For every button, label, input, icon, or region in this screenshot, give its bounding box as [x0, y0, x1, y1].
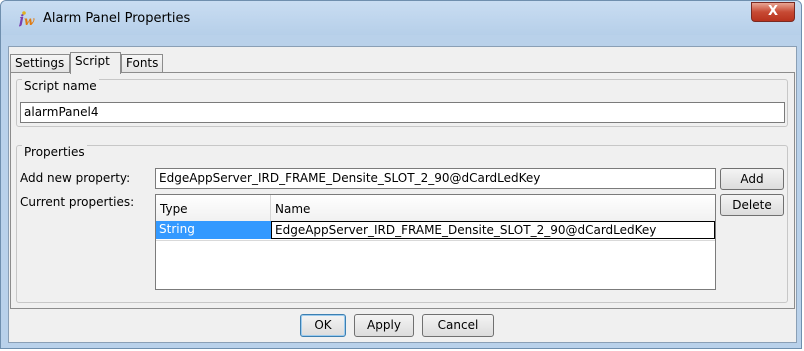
ok-button[interactable]: OK	[300, 314, 346, 337]
close-icon: X	[767, 4, 779, 19]
column-header-name[interactable]: Name	[271, 195, 715, 221]
apply-button[interactable]: Apply	[354, 314, 414, 337]
script-tab-panel: Script name alarmPanel4 Properties Add n…	[10, 72, 795, 309]
properties-table[interactable]: Type Name String EdgeAppServer_IRD_FRAME…	[155, 194, 716, 290]
cell-type[interactable]: String	[156, 221, 271, 239]
script-name-input[interactable]: alarmPanel4	[20, 102, 785, 123]
close-button[interactable]: X	[751, 2, 795, 22]
window-title: Alarm Panel Properties	[43, 11, 191, 26]
script-name-group-label: Script name	[22, 79, 99, 93]
properties-dialog: j w Alarm Panel Properties X Settings Sc…	[0, 0, 802, 349]
table-header: Type Name	[156, 195, 715, 222]
add-button[interactable]: Add	[720, 168, 784, 190]
cell-name-editor[interactable]: EdgeAppServer_IRD_FRAME_Densite_SLOT_2_9…	[271, 221, 715, 239]
dialog-body: Settings Script Fonts Script name alarmP…	[8, 46, 797, 343]
current-properties-label: Current properties:	[20, 195, 135, 209]
column-header-type[interactable]: Type	[156, 195, 271, 221]
title-bar[interactable]: j w Alarm Panel Properties X	[1, 1, 801, 35]
properties-group-label: Properties	[22, 145, 87, 159]
delete-button[interactable]: Delete	[720, 194, 784, 216]
add-property-input[interactable]: EdgeAppServer_IRD_FRAME_Densite_SLOT_2_9…	[155, 168, 716, 189]
cancel-button[interactable]: Cancel	[422, 314, 494, 337]
row-divider	[156, 240, 715, 241]
svg-text:w: w	[24, 14, 35, 28]
tab-script[interactable]: Script	[70, 52, 121, 74]
tab-settings[interactable]: Settings	[10, 54, 70, 73]
add-property-label: Add new property:	[20, 171, 131, 185]
tab-fonts[interactable]: Fonts	[121, 54, 163, 73]
table-row[interactable]: String EdgeAppServer_IRD_FRAME_Densite_S…	[156, 221, 715, 240]
jw-app-icon: j w	[19, 11, 35, 28]
